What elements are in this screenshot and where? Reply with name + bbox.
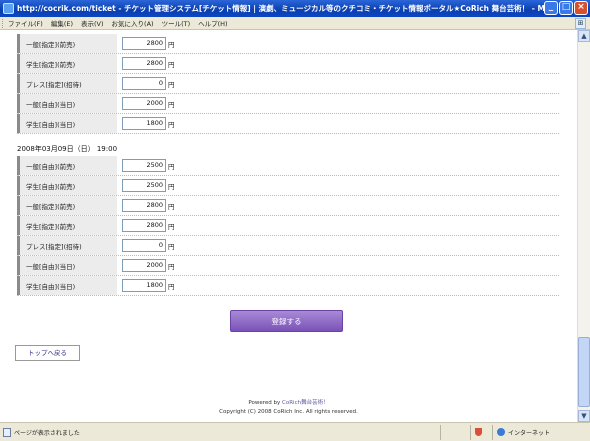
- price-input[interactable]: 2000: [122, 259, 166, 272]
- price-unit: 円: [168, 202, 175, 211]
- ticket-price-list-2: 一般[自由](前売) 2500 円 学生[自由](前売) 2500 円 一般[指…: [17, 156, 559, 296]
- zone-text: インターネット: [508, 429, 551, 437]
- table-row: 学生[指定](前売) 2800 円: [17, 216, 559, 236]
- price-input[interactable]: 1800: [122, 117, 166, 130]
- menu-edit[interactable]: 編集(E): [51, 18, 73, 28]
- price-input[interactable]: 2800: [122, 219, 166, 232]
- ie-icon: [3, 3, 14, 14]
- status-text: ページが表示されました: [14, 429, 80, 437]
- table-row: プレス[指定](招待) 0 円: [17, 236, 559, 256]
- scroll-up-arrow-icon[interactable]: ▲: [578, 30, 590, 42]
- windows-logo-icon: ⊞: [575, 18, 586, 29]
- page-footer: Powered by CoRich舞台芸術！ Copyright (C) 200…: [0, 399, 577, 417]
- table-row: 一般[自由](前売) 2500 円: [17, 156, 559, 176]
- price-input[interactable]: 0: [122, 239, 166, 252]
- price-input[interactable]: 0: [122, 77, 166, 90]
- table-row: 一般[自由](当日) 2000 円: [17, 94, 559, 114]
- ticket-type-label: 一般[自由](当日): [17, 94, 117, 113]
- close-button[interactable]: ×: [574, 1, 588, 15]
- ticket-type-label: 一般[指定](前売): [17, 196, 117, 215]
- zone-segment: インターネット: [492, 424, 590, 440]
- internet-globe-icon: [497, 428, 505, 436]
- price-input[interactable]: 1800: [122, 279, 166, 292]
- price-input[interactable]: 2800: [122, 199, 166, 212]
- price-unit: 円: [168, 80, 175, 89]
- status-bar: ページが表示されました インターネット: [0, 422, 590, 441]
- price-unit: 円: [168, 282, 175, 291]
- ticket-type-label: 学生[指定](前売): [17, 216, 117, 235]
- price-input[interactable]: 2800: [122, 57, 166, 70]
- ticket-type-label: 学生[自由](当日): [17, 276, 117, 295]
- powered-by-text: Powered by: [248, 400, 281, 406]
- table-row: 一般[自由](当日) 2000 円: [17, 256, 559, 276]
- table-row: 学生[自由](当日) 1800 円: [17, 114, 559, 134]
- ticket-type-label: 一般[自由](当日): [17, 256, 117, 275]
- price-unit: 円: [168, 100, 175, 109]
- status-segment: [470, 424, 492, 440]
- page-done-icon: [3, 427, 11, 437]
- menu-tools[interactable]: ツール(T): [162, 18, 191, 28]
- powered-by-line: Powered by CoRich舞台芸術！: [0, 399, 577, 408]
- back-to-top-button[interactable]: トップへ戻る: [15, 345, 80, 361]
- window-title: http://cocrik.com/ticket - チケット管理システム[チケ…: [17, 4, 552, 13]
- copyright-text: Copyright (C) 2008 CoRich Inc. All right…: [219, 409, 358, 415]
- price-unit: 円: [168, 60, 175, 69]
- menu-view[interactable]: 表示(V): [81, 18, 104, 28]
- menu-favorites[interactable]: お気に入り(A): [112, 18, 154, 28]
- table-row: 一般[指定](前売) 2800 円: [17, 34, 559, 54]
- price-input[interactable]: 2000: [122, 97, 166, 110]
- ticket-type-label: 一般[自由](前売): [17, 156, 117, 175]
- ticket-type-label: 一般[指定](前売): [17, 34, 117, 53]
- scroll-down-arrow-icon[interactable]: ▼: [578, 410, 590, 422]
- toolbar-grip[interactable]: [2, 18, 5, 28]
- price-unit: 円: [168, 162, 175, 171]
- menu-file[interactable]: ファイル(F): [8, 18, 43, 28]
- ticket-price-list-1: 一般[指定](前売) 2800 円 学生[指定](前売) 2800 円 プレス[…: [17, 34, 559, 134]
- corich-link[interactable]: CoRich舞台芸術！: [282, 400, 329, 406]
- security-shield-icon: [475, 428, 482, 436]
- status-message: ページが表示されました: [0, 427, 440, 437]
- page-viewport: 一般[指定](前売) 2800 円 学生[指定](前売) 2800 円 プレス[…: [0, 30, 577, 422]
- performance-date-heading: 2008年03月09日（日） 19:00: [17, 145, 118, 153]
- price-unit: 円: [168, 222, 175, 231]
- ticket-type-label: 学生[指定](前売): [17, 54, 117, 73]
- window-controls: _ □ ×: [544, 1, 588, 15]
- maximize-button[interactable]: □: [559, 1, 573, 15]
- price-input[interactable]: 2800: [122, 37, 166, 50]
- register-button[interactable]: 登録する: [230, 310, 343, 332]
- table-row: 一般[指定](前売) 2800 円: [17, 196, 559, 216]
- price-unit: 円: [168, 242, 175, 251]
- menu-bar: ファイル(F) 編集(E) 表示(V) お気に入り(A) ツール(T) ヘルプ(…: [0, 17, 590, 30]
- vertical-scrollbar[interactable]: ▲ ▼: [577, 30, 590, 422]
- table-row: 学生[指定](前売) 2800 円: [17, 54, 559, 74]
- table-row: プレス[指定](招待) 0 円: [17, 74, 559, 94]
- ticket-type-label: プレス[指定](招待): [17, 74, 117, 93]
- menu-help[interactable]: ヘルプ(H): [198, 18, 227, 28]
- price-unit: 円: [168, 262, 175, 271]
- price-unit: 円: [168, 182, 175, 191]
- price-input[interactable]: 2500: [122, 159, 166, 172]
- minimize-button[interactable]: _: [544, 1, 558, 15]
- table-row: 学生[自由](前売) 2500 円: [17, 176, 559, 196]
- table-row: 学生[自由](当日) 1800 円: [17, 276, 559, 296]
- scroll-thumb[interactable]: [578, 337, 590, 407]
- status-segment: [440, 424, 470, 440]
- price-input[interactable]: 2500: [122, 179, 166, 192]
- window-titlebar: http://cocrik.com/ticket - チケット管理システム[チケ…: [0, 0, 590, 17]
- ticket-type-label: 学生[自由](前売): [17, 176, 117, 195]
- price-unit: 円: [168, 120, 175, 129]
- ticket-type-label: プレス[指定](招待): [17, 236, 117, 255]
- price-unit: 円: [168, 40, 175, 49]
- ticket-type-label: 学生[自由](当日): [17, 114, 117, 133]
